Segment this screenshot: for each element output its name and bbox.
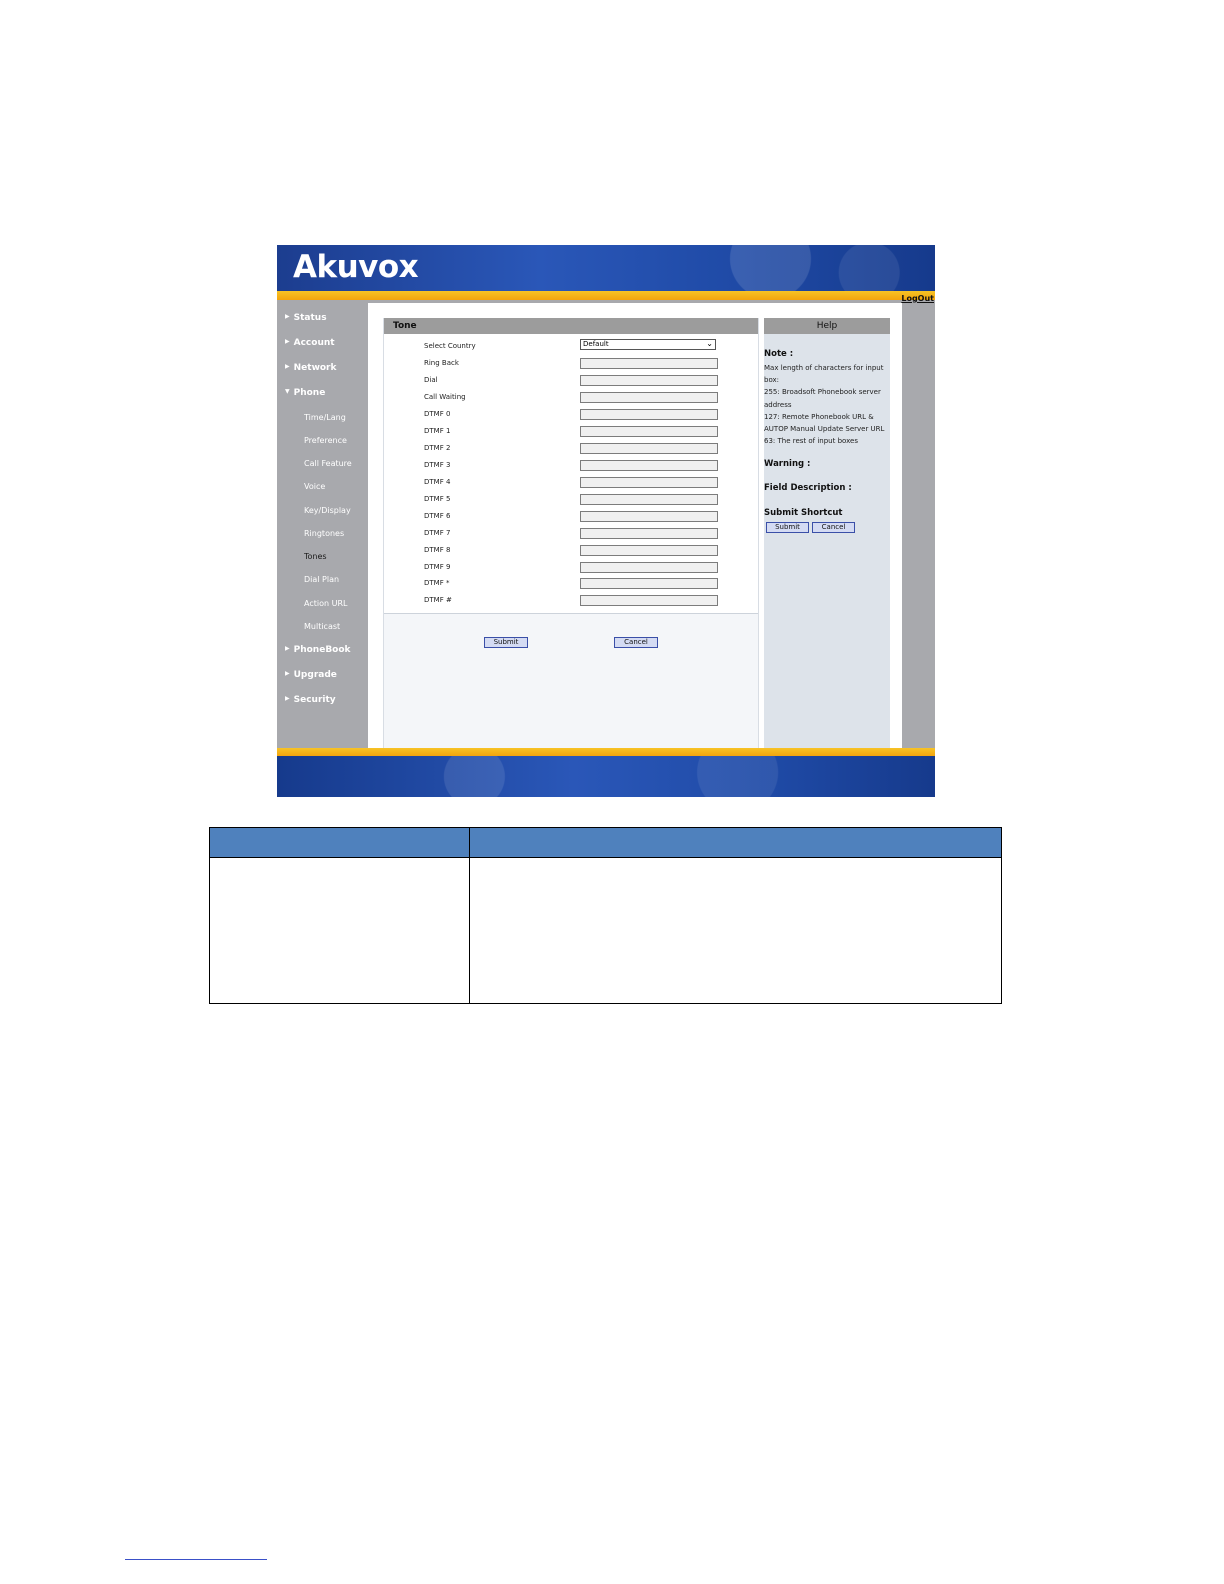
sidebar-item-security[interactable]: ▶ Security: [285, 695, 336, 705]
field-label: DTMF 7: [424, 529, 451, 537]
shortcut-cancel-button[interactable]: Cancel: [812, 522, 855, 533]
field-label: DTMF 5: [424, 495, 451, 503]
sidebar-sub-tones[interactable]: Tones: [304, 552, 327, 561]
sidebar-sub-voice[interactable]: Voice: [304, 482, 325, 491]
tone-field-input[interactable]: [580, 595, 718, 606]
field-label: DTMF 4: [424, 478, 451, 486]
tone-field-input[interactable]: [580, 392, 718, 403]
field-label: DTMF #: [424, 596, 452, 604]
sidebar-sub-ringtones[interactable]: Ringtones: [304, 529, 344, 538]
submit-button[interactable]: Submit: [484, 637, 528, 648]
sidebar-sub-dial-plan[interactable]: Dial Plan: [304, 575, 339, 584]
sidebar-item-status[interactable]: ▶ Status: [285, 313, 327, 323]
logout-link[interactable]: LogOut: [901, 294, 934, 303]
footer-gold-bar: [277, 748, 935, 756]
header-gold-bar: [277, 291, 935, 300]
collapsed-arrow-icon: ▶: [285, 363, 290, 370]
tone-field-input[interactable]: [580, 578, 718, 589]
shortcut-submit-button[interactable]: Submit: [766, 522, 809, 533]
sidebar-sub-preference[interactable]: Preference: [304, 436, 347, 445]
sidebar-item-network[interactable]: ▶ Network: [285, 363, 337, 373]
select-country-dropdown[interactable]: Default ⌄: [580, 339, 716, 350]
header-banner: Akuvox: [277, 245, 935, 291]
sidebar-item-upgrade[interactable]: ▶ Upgrade: [285, 670, 337, 680]
field-label: DTMF 9: [424, 563, 451, 571]
table-row-divider: [210, 857, 1001, 858]
sidebar-sub-multicast[interactable]: Multicast: [304, 622, 340, 631]
tone-field-input[interactable]: [580, 426, 718, 437]
panel-title: Tone: [384, 318, 758, 334]
tone-field-input[interactable]: [580, 443, 718, 454]
chevron-down-icon: ⌄: [706, 339, 713, 348]
main-content: Tone Select Country Default ⌄ Ring Back D…: [368, 303, 902, 748]
tone-field-input[interactable]: [580, 528, 718, 539]
help-title: Help: [764, 318, 890, 334]
tone-field-input[interactable]: [580, 375, 718, 386]
expanded-arrow-icon: ▼: [285, 388, 290, 395]
sidebar-sub-call-feature[interactable]: Call Feature: [304, 459, 352, 468]
note-line: 127: Remote Phonebook URL & AUTOP Manual…: [764, 412, 885, 434]
field-label: DTMF 6: [424, 512, 451, 520]
field-label: DTMF 1: [424, 427, 451, 435]
note-line: 255: Broadsoft Phonebook server address: [764, 388, 881, 409]
tone-field-input[interactable]: [580, 511, 718, 522]
table-header-cell: [470, 828, 1001, 857]
tone-field-input[interactable]: [580, 460, 718, 471]
field-description-title: Field Description :: [764, 483, 852, 493]
sidebar-sub-time-lang[interactable]: Time/Lang: [304, 413, 346, 422]
note-line: 63: The rest of input boxes: [764, 437, 858, 446]
field-label: Dial: [424, 376, 438, 384]
field-label: DTMF 2: [424, 444, 451, 452]
collapsed-arrow-icon: ▶: [285, 313, 290, 320]
web-ui-screenshot: Akuvox LogOut ▶ Status ▶ Account ▶ Network …: [277, 245, 935, 797]
field-label: DTMF 8: [424, 546, 451, 554]
field-label: Ring Back: [424, 359, 459, 367]
sidebar-item-phone[interactable]: ▼ Phone: [285, 388, 325, 398]
tone-form: Select Country Default ⌄ Ring Back Dial Ca…: [384, 334, 758, 614]
footer-banner: [277, 756, 935, 797]
cancel-button[interactable]: Cancel: [614, 637, 658, 648]
tone-field-input[interactable]: [580, 409, 718, 420]
sidebar-item-phonebook[interactable]: ▶ PhoneBook: [285, 645, 351, 655]
collapsed-arrow-icon: ▶: [285, 645, 290, 652]
sidebar-sub-key-display[interactable]: Key/Display: [304, 506, 351, 515]
note-text: Max length of characters for input box: …: [764, 362, 888, 447]
tone-field-input[interactable]: [580, 545, 718, 556]
table-column-divider: [469, 828, 470, 1003]
field-label: DTMF 3: [424, 461, 451, 469]
right-gutter: [902, 303, 935, 748]
tone-field-input[interactable]: [580, 358, 718, 369]
select-country-value: Default: [583, 340, 609, 348]
collapsed-arrow-icon: ▶: [285, 695, 290, 702]
tone-field-input[interactable]: [580, 562, 718, 573]
select-country-label: Select Country: [424, 342, 476, 350]
field-description-table: [209, 827, 1002, 1004]
tone-field-input[interactable]: [580, 494, 718, 505]
note-title: Note :: [764, 349, 794, 359]
sidebar-item-account[interactable]: ▶ Account: [285, 338, 335, 348]
field-label: DTMF *: [424, 579, 450, 587]
note-line: Max length of characters for input box:: [764, 364, 884, 385]
warning-title: Warning :: [764, 459, 811, 469]
field-label: DTMF 0: [424, 410, 451, 418]
submit-shortcut-title: Submit Shortcut: [764, 508, 843, 518]
field-label: Call Waiting: [424, 393, 466, 401]
footnote-separator: [125, 1559, 267, 1560]
collapsed-arrow-icon: ▶: [285, 670, 290, 677]
collapsed-arrow-icon: ▶: [285, 338, 290, 345]
akuvox-logo: Akuvox: [293, 249, 419, 285]
tone-field-input[interactable]: [580, 477, 718, 488]
sidebar-sub-action-url[interactable]: Action URL: [304, 599, 347, 608]
help-panel: Help Note : Max length of characters for…: [764, 318, 890, 748]
tone-panel: Tone Select Country Default ⌄ Ring Back D…: [383, 318, 759, 748]
sidebar: ▶ Status ▶ Account ▶ Network ▼ Phone Time/La…: [277, 303, 367, 748]
table-header-cell: [210, 828, 469, 857]
